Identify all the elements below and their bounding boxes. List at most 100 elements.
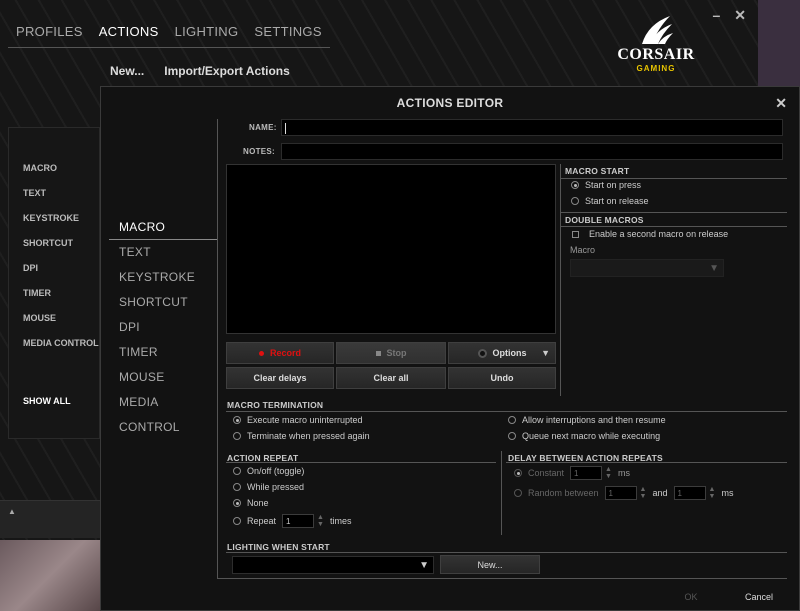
allow-interruptions-option[interactable]: Allow interruptions and then resume <box>508 415 666 425</box>
tab-profiles[interactable]: PROFILES <box>8 22 91 41</box>
execute-uninterrupted-option[interactable]: Execute macro uninterrupted <box>233 415 363 425</box>
category-text[interactable]: TEXT <box>109 240 217 265</box>
stepper-arrows-icon[interactable]: ▲ ▼ <box>640 486 647 500</box>
macro-sequence-list[interactable] <box>226 164 556 334</box>
radio-button[interactable] <box>508 432 516 440</box>
start-on-press-option[interactable]: Start on press <box>571 180 641 190</box>
repeat-count-option[interactable]: Repeat ▲▼ times <box>233 514 351 528</box>
repeat-none-option[interactable]: None <box>233 498 269 508</box>
radio-button[interactable] <box>514 469 522 477</box>
category-list: MACRO TEXT KEYSTROKE SHORTCUT DPI TIMER … <box>109 215 217 434</box>
category-shortcut[interactable]: SHORTCUT <box>109 290 217 315</box>
divider <box>501 451 502 535</box>
tab-lighting[interactable]: LIGHTING <box>167 22 247 41</box>
new-lighting-button[interactable]: New... <box>440 555 540 574</box>
checkbox[interactable] <box>572 230 579 238</box>
radio-button[interactable] <box>233 432 241 440</box>
radio-button[interactable] <box>233 467 241 475</box>
options-button[interactable]: Options ▼ <box>448 342 556 364</box>
bg-list-item[interactable]: MOUSE <box>23 313 56 323</box>
bg-list-item[interactable]: TIMER <box>23 288 51 298</box>
times-label: times <box>329 516 352 526</box>
stepper-arrows-icon[interactable]: ▲ ▼ <box>605 466 612 480</box>
bg-list-item[interactable]: TEXT <box>23 188 46 198</box>
notes-field[interactable] <box>281 143 783 162</box>
radio-button[interactable] <box>233 483 241 491</box>
random-max-stepper[interactable]: ▲▼ <box>673 486 716 500</box>
category-keystroke[interactable]: KEYSTROKE <box>109 265 217 290</box>
random-delay-option[interactable]: Random between ▲▼ and ▲▼ ms <box>514 486 733 500</box>
random-min-stepper[interactable]: ▲▼ <box>604 486 647 500</box>
repeat-count-input[interactable] <box>282 514 315 528</box>
sails-icon <box>642 16 673 44</box>
category-timer[interactable]: TIMER <box>109 340 217 365</box>
radio-button[interactable] <box>233 517 241 525</box>
stepper-arrows-icon[interactable]: ▲ ▼ <box>317 514 324 528</box>
constant-delay-input[interactable] <box>570 466 603 480</box>
clear-delays-button[interactable]: Clear delays <box>226 367 334 389</box>
queue-next-macro-option[interactable]: Queue next macro while executing <box>508 431 660 441</box>
stepper-arrows-icon[interactable]: ▲ ▼ <box>709 486 716 500</box>
category-media-control[interactable]: MEDIA CONTROL <box>109 390 217 434</box>
dialog-title: ACTIONS EDITOR <box>396 96 504 110</box>
options-icon <box>477 348 487 358</box>
background-wallpaper-corner <box>0 540 100 611</box>
random-min-input[interactable] <box>604 486 637 500</box>
random-max-input[interactable] <box>673 486 706 500</box>
minimize-button[interactable]: – <box>712 7 720 24</box>
constant-ms-label: ms <box>617 468 630 478</box>
bg-list-item[interactable]: MACRO <box>23 163 57 173</box>
notes-input[interactable] <box>282 147 782 162</box>
queue-next-macro-label: Queue next macro while executing <box>522 431 661 441</box>
constant-delay-stepper[interactable]: ▲▼ <box>570 466 612 480</box>
record-button[interactable]: Record <box>226 342 334 364</box>
bg-list-item[interactable]: SHORTCUT <box>23 238 73 248</box>
bg-list-item[interactable]: KEYSTROKE <box>23 213 79 223</box>
tab-settings[interactable]: SETTINGS <box>246 22 329 41</box>
import-export-link[interactable]: Import/Export Actions <box>164 64 290 78</box>
name-field[interactable] <box>281 119 783 138</box>
new-action-link[interactable]: New... <box>110 64 144 78</box>
bg-list-item[interactable]: MEDIA CONTROL <box>23 338 99 348</box>
enable-second-macro-option[interactable]: Enable a second macro on release <box>572 229 728 239</box>
clear-all-button[interactable]: Clear all <box>336 367 446 389</box>
radio-button[interactable] <box>233 416 241 424</box>
show-all-button[interactable]: SHOW ALL <box>23 396 71 406</box>
expand-arrow-icon[interactable]: ▲ <box>8 507 16 516</box>
bg-list-item[interactable]: DPI <box>23 263 38 273</box>
undo-button[interactable]: Undo <box>448 367 556 389</box>
category-macro[interactable]: MACRO <box>109 215 217 240</box>
repeat-toggle-option[interactable]: On/off (toggle) <box>233 466 304 476</box>
background-action-list: MACRO TEXT KEYSTROKE SHORTCUT DPI TIMER … <box>8 127 100 439</box>
record-label: Record <box>269 348 301 358</box>
tab-actions[interactable]: ACTIONS <box>91 22 167 41</box>
ok-button[interactable]: OK <box>661 587 721 607</box>
close-app-button[interactable]: ✕ <box>734 7 746 24</box>
cancel-button[interactable]: Cancel <box>729 587 789 607</box>
category-dpi[interactable]: DPI <box>109 315 217 340</box>
category-mouse[interactable]: MOUSE <box>109 365 217 390</box>
start-on-press-label: Start on press <box>585 180 642 190</box>
double-macros-title: DOUBLE MACROS <box>565 215 644 225</box>
divider <box>560 164 561 396</box>
radio-button[interactable] <box>233 499 241 507</box>
stop-button[interactable]: Stop <box>336 342 446 364</box>
main-nav: PROFILES ACTIONS LIGHTING SETTINGS <box>8 22 330 48</box>
radio-button[interactable] <box>571 197 579 205</box>
terminate-when-pressed-option[interactable]: Terminate when pressed again <box>233 431 370 441</box>
corsair-logo: CORSAIR GAMING <box>612 14 700 80</box>
constant-delay-option[interactable]: Constant ▲▼ ms <box>514 466 630 480</box>
repeat-count-stepper[interactable]: ▲▼ <box>282 514 324 528</box>
radio-button[interactable] <box>508 416 516 424</box>
divider <box>226 462 496 463</box>
second-macro-dropdown[interactable]: ▼ <box>570 259 724 277</box>
background-wallpaper-edge <box>758 0 800 90</box>
repeat-count-label: Repeat <box>247 516 277 526</box>
lighting-dropdown[interactable]: ▼ <box>232 556 434 574</box>
name-input[interactable] <box>282 123 782 138</box>
start-on-release-option[interactable]: Start on release <box>571 196 649 206</box>
dialog-close-icon[interactable]: ✕ <box>775 95 787 112</box>
radio-button[interactable] <box>514 489 522 497</box>
repeat-while-pressed-option[interactable]: While pressed <box>233 482 304 492</box>
radio-button[interactable] <box>571 181 579 189</box>
